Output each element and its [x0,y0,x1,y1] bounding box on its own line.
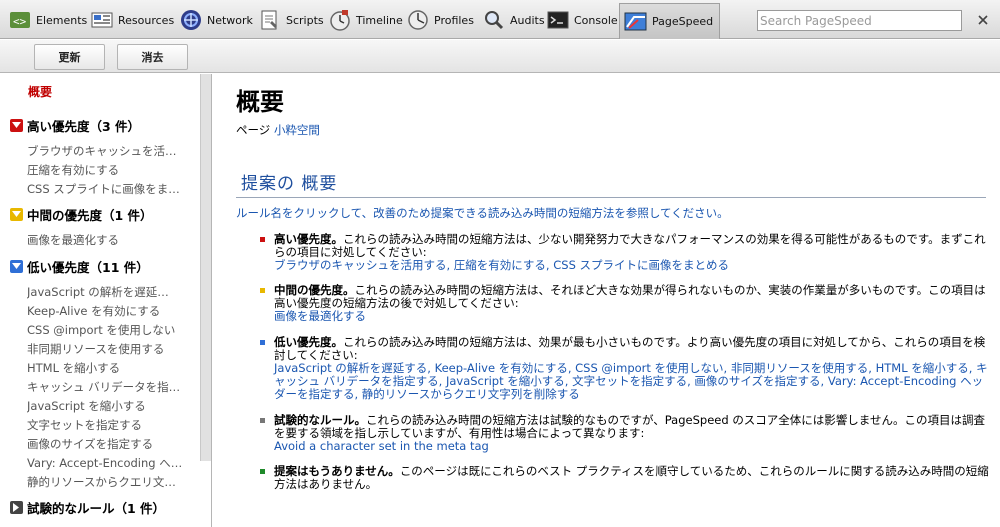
bullet-icon [260,288,265,293]
sidebar-summary[interactable]: 概要 [28,83,52,100]
sidebar-item[interactable]: JavaScript の解析を遅延… [27,284,199,300]
pagespeed-icon [624,10,648,34]
sidebar-scrollbar[interactable] [200,74,211,461]
tab-profiles[interactable]: Profiles [406,4,474,36]
bullet-icon [260,237,265,242]
tab-label: PageSpeed [652,15,714,28]
rule-links[interactable]: 画像を最適化する [274,309,366,323]
page-label: ページ [236,123,271,137]
sidebar-item[interactable]: 画像のサイズを指定する [27,436,199,452]
chevron-down-icon [10,207,23,221]
tab-label: Audits [510,13,545,27]
sidebar-item[interactable]: 文字セットを指定する [27,417,199,433]
search-input[interactable] [758,11,938,30]
tab-timeline[interactable]: Timeline [328,4,403,36]
tab-label: Network [207,13,253,27]
group-heading: 低い優先度（11 件） [27,259,149,275]
rule-text: これらの読み込み時間の短縮方法は、効果が最も小さいものです。より高い優先度の項目… [274,335,986,362]
page-link[interactable]: 小粋空間 [274,123,320,137]
rule-links[interactable]: ブラウザのキャッシュを活用する, 圧縮を有効にする, CSS スプライトに画像を… [274,258,729,272]
sidebar-item[interactable]: ブラウザのキャッシュを活… [27,143,199,159]
resources-icon [90,8,114,32]
sidebar-item[interactable]: 静的リソースからクエリ文… [27,474,199,490]
tab-label: Timeline [356,13,403,27]
sidebar-item[interactable]: HTML を縮小する [27,360,199,376]
scripts-icon [258,8,282,32]
elements-icon: <> [8,8,32,32]
rule-text: これらの読み込み時間の短縮方法は、それほど大きな効果が得られないものか、実装の作… [274,283,986,310]
audits-icon [482,8,506,32]
action-bar: 更新 消去 [0,40,1000,73]
rule-text: これらの読み込み時間の短縮方法は、少ない開発努力で大きなパフォーマンスの効果を得… [274,232,986,259]
clear-button[interactable]: 消去 [117,44,188,70]
search-box[interactable] [757,10,962,31]
tab-label: Console [574,13,618,27]
rule-heading[interactable]: 提案はもうありません。 [274,464,400,478]
sidebar-group-high[interactable]: 高い優先度（3 件） [10,116,140,134]
sidebar-group-medium[interactable]: 中間の優先度（1 件） [10,205,153,223]
tab-label: Scripts [286,13,324,27]
chevron-down-icon [10,259,23,273]
sidebar-item[interactable]: CSS スプライトに画像をま… [27,181,199,197]
bullet-icon [260,340,265,345]
tab-resources[interactable]: Resources [90,4,174,36]
console-icon [546,8,570,32]
sidebar-item[interactable]: Keep-Alive を有効にする [27,303,199,319]
tab-pagespeed[interactable]: PageSpeed [619,3,721,39]
intro-text: ルール名をクリックして、改善のため提案できる読み込み時間の短縮方法を参照してくだ… [236,206,729,220]
refresh-button[interactable]: 更新 [34,44,105,70]
rule-text: これらの読み込み時間の短縮方法は試験的なものですが、PageSpeed のスコア… [274,413,985,440]
tab-elements[interactable]: <> Elements [8,4,87,36]
tab-label: Elements [36,13,88,27]
chevron-down-icon [10,118,23,132]
tab-label: Resources [118,13,175,27]
rule-experimental: 試験的なルール。これらの読み込み時間の短縮方法は試験的なものですが、PageSp… [260,413,992,453]
rules-sidebar: 概要 高い優先度（3 件） ブラウザのキャッシュを活… 圧縮を有効にする CSS… [0,74,212,527]
sidebar-item[interactable]: JavaScript を縮小する [27,398,199,414]
sidebar-item[interactable]: 非同期リソースを使用する [27,341,199,357]
sidebar-item[interactable]: 画像を最適化する [27,232,199,248]
group-heading: 中間の優先度（1 件） [27,207,153,223]
tab-scripts[interactable]: Scripts [258,4,324,36]
chevron-right-icon [10,500,23,514]
tab-console[interactable]: Console [546,4,618,36]
rule-low: 低い優先度。これらの読み込み時間の短縮方法は、効果が最も小さいものです。より高い… [260,335,992,401]
rule-heading[interactable]: 試験的なルール。 [274,413,366,427]
profiles-icon [406,8,430,32]
rule-medium: 中間の優先度。これらの読み込み時間の短縮方法は、それほど大きな効果が得られないも… [260,283,992,323]
group-heading: 高い優先度（3 件） [27,118,141,134]
rule-high: 高い優先度。これらの読み込み時間の短縮方法は、少ない開発努力で大きなパフォーマン… [260,232,992,272]
sidebar-item[interactable]: Vary: Accept-Encoding へ… [27,455,199,471]
main-panel: 概要 ページ 小粋空間 提案の 概要 ルール名をクリックして、改善のため提案でき… [213,74,1000,527]
section-title: 提案の 概要 [236,169,986,198]
page-line: ページ 小粋空間 [236,122,320,138]
tab-network[interactable]: Network [179,4,253,36]
sidebar-item[interactable]: キャッシュ バリデータを指… [27,379,199,395]
page-title: 概要 [236,88,284,116]
tab-label: Profiles [434,13,474,27]
bullet-icon [260,469,265,474]
rule-heading[interactable]: 中間の優先度。 [274,283,355,297]
rule-links[interactable]: Avoid a character set in the meta tag [274,439,489,453]
rule-heading[interactable]: 高い優先度。 [274,232,343,246]
timeline-icon [328,8,352,32]
network-icon [179,8,203,32]
rule-none: 提案はもうありません。このページは既にこれらのベスト プラクティスを順守している… [260,464,992,491]
devtools-toolbar: <> Elements Resources Network Scripts Ti… [0,0,1000,39]
bullet-icon [260,418,265,423]
sidebar-group-low[interactable]: 低い優先度（11 件） [10,257,149,275]
svg-text:<>: <> [13,15,27,28]
rule-heading[interactable]: 低い優先度。 [274,335,343,349]
tab-audits[interactable]: Audits [482,4,545,36]
rule-links[interactable]: JavaScript の解析を遅延する, Keep-Alive を有効にする, … [274,361,988,401]
sidebar-item[interactable]: CSS @import を使用しない [27,322,199,338]
group-heading: 試験的なルール（1 件） [27,500,166,516]
sidebar-item[interactable]: 圧縮を有効にする [27,162,199,178]
close-icon[interactable] [975,12,991,28]
sidebar-group-experimental[interactable]: 試験的なルール（1 件） [10,498,165,516]
